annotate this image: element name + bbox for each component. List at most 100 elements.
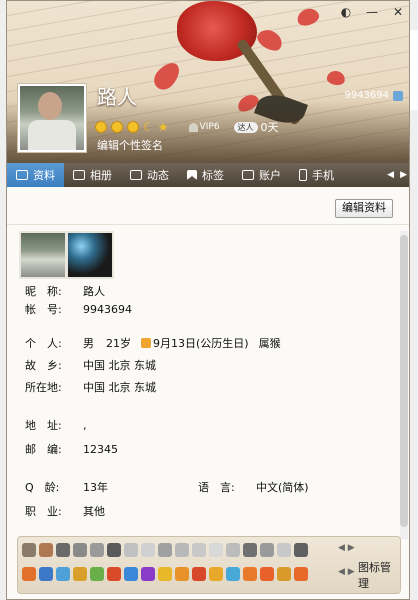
- service-icon[interactable]: [124, 543, 138, 557]
- service-icon[interactable]: [294, 567, 308, 581]
- service-icon[interactable]: [141, 543, 155, 557]
- next-icon[interactable]: ▶: [348, 543, 355, 553]
- service-icon[interactable]: [294, 543, 308, 557]
- tab-label: 账户: [259, 169, 281, 182]
- age-value: 21岁: [106, 337, 131, 350]
- tab-label: 手机: [312, 169, 334, 182]
- close-button[interactable]: ✕: [391, 5, 405, 19]
- qq-number-icon[interactable]: [393, 91, 403, 101]
- info-row-nickname: 昵 称: 路人: [25, 283, 105, 299]
- tab-tags[interactable]: 标签: [178, 163, 233, 187]
- tab-account[interactable]: 账户: [233, 163, 290, 187]
- service-icon[interactable]: [22, 543, 36, 557]
- tab-label: 相册: [90, 169, 112, 182]
- prev-icon[interactable]: ◀: [338, 543, 345, 553]
- service-icon[interactable]: [141, 567, 155, 581]
- service-icon[interactable]: [175, 543, 189, 557]
- icon-bar: ◀ ▶ ◀ ▶ 图标管理: [17, 536, 401, 594]
- service-icon[interactable]: [56, 567, 70, 581]
- info-label: 个 人:: [25, 337, 62, 350]
- info-value: 其他: [83, 505, 105, 518]
- icon-row: [22, 543, 308, 557]
- tab-label: 动态: [147, 169, 169, 182]
- service-icon[interactable]: [260, 543, 274, 557]
- service-icon[interactable]: [158, 543, 172, 557]
- scrollbar-thumb[interactable]: [400, 235, 408, 527]
- expert-pill: 达人: [233, 121, 258, 133]
- vip-badge[interactable]: VIP6: [188, 122, 220, 132]
- service-icon[interactable]: [209, 543, 223, 557]
- service-icon[interactable]: [107, 567, 121, 581]
- tab-album[interactable]: 相册: [64, 163, 121, 187]
- signature-edit[interactable]: 编辑个性签名: [97, 137, 163, 153]
- vip-crown-icon: [188, 122, 198, 132]
- service-icon[interactable]: [192, 567, 206, 581]
- service-icon[interactable]: [243, 543, 257, 557]
- sun-level-icon[interactable]: [95, 121, 107, 133]
- service-icon[interactable]: [90, 567, 104, 581]
- sun-level-icon[interactable]: [111, 121, 123, 133]
- profile-window: ◐ — ✕ 路人 9943694 ☾ ★ VIP6 达人 0天 编辑个性签名 资料: [6, 0, 410, 600]
- tab-profile[interactable]: 资料: [7, 163, 64, 187]
- info-label: Q 龄:: [25, 481, 60, 494]
- service-icon[interactable]: [124, 567, 138, 581]
- profile-cover: ◐ — ✕ 路人 9943694 ☾ ★ VIP6 达人 0天 编辑个性签名: [7, 1, 409, 186]
- zodiac-value: 属猴: [258, 337, 281, 350]
- prev-icon[interactable]: ◀: [338, 567, 345, 577]
- service-icon[interactable]: [73, 543, 87, 557]
- service-icon[interactable]: [107, 543, 121, 557]
- list-icon: [130, 170, 142, 180]
- tab-label: 标签: [202, 169, 224, 182]
- service-icon[interactable]: [192, 543, 206, 557]
- service-icon[interactable]: [277, 543, 291, 557]
- photo-thumbnail[interactable]: [21, 233, 65, 277]
- avatar-image: [20, 86, 84, 150]
- next-icon[interactable]: ▶: [348, 567, 355, 577]
- icon-row-nav: ◀ ▶: [338, 543, 355, 553]
- qq-number: 9943694: [344, 90, 389, 101]
- service-icon[interactable]: [39, 543, 53, 557]
- id-card-icon: [16, 170, 28, 180]
- service-icon[interactable]: [277, 567, 291, 581]
- edit-profile-button[interactable]: 编辑资料: [335, 199, 393, 218]
- info-row-hometown: 故 乡: 中国 北京 东城: [25, 357, 156, 373]
- skin-icon[interactable]: ◐: [339, 5, 353, 19]
- divider: [7, 224, 409, 225]
- info-value: 路人: [83, 285, 105, 298]
- info-label: 地 址:: [25, 419, 62, 432]
- info-label: 职 业:: [25, 505, 62, 518]
- service-icon[interactable]: [260, 567, 274, 581]
- service-icon[interactable]: [56, 543, 70, 557]
- info-row-job: 职 业: 其他: [25, 503, 105, 519]
- info-row-postcode: 邮 编: 12345: [25, 441, 118, 457]
- tab-label: 资料: [33, 169, 55, 182]
- avatar[interactable]: [17, 83, 87, 153]
- service-icon[interactable]: [175, 567, 189, 581]
- service-icon[interactable]: [243, 567, 257, 581]
- minimize-button[interactable]: —: [365, 5, 379, 19]
- expert-badge[interactable]: 达人 0天: [233, 119, 279, 135]
- service-icon[interactable]: [73, 567, 87, 581]
- profile-nickname: 路人: [97, 85, 137, 109]
- gender-value: 男: [83, 337, 94, 350]
- sun-level-icon[interactable]: [127, 121, 139, 133]
- service-icon[interactable]: [39, 567, 53, 581]
- info-row-address: 地 址: ,: [25, 417, 87, 433]
- photo-thumbnail[interactable]: [68, 233, 112, 277]
- service-icon[interactable]: [22, 567, 36, 581]
- tab-mobile[interactable]: 手机: [290, 163, 343, 187]
- tab-scroll-right-icon[interactable]: ▶: [400, 170, 407, 180]
- icon-manage-link[interactable]: 图标管理: [358, 559, 400, 591]
- tab-scroll-left-icon[interactable]: ◀: [387, 170, 394, 180]
- service-icon[interactable]: [209, 567, 223, 581]
- level-badges: ☾ ★ VIP6 达人 0天: [95, 119, 279, 135]
- tab-feed[interactable]: 动态: [121, 163, 178, 187]
- album-icon: [73, 170, 85, 180]
- service-icon[interactable]: [226, 567, 240, 581]
- info-value: 9943694: [83, 302, 132, 316]
- service-icon[interactable]: [158, 567, 172, 581]
- star-level-icon[interactable]: ★: [158, 120, 169, 134]
- service-icon[interactable]: [226, 543, 240, 557]
- moon-level-icon[interactable]: ☾: [143, 120, 154, 134]
- service-icon[interactable]: [90, 543, 104, 557]
